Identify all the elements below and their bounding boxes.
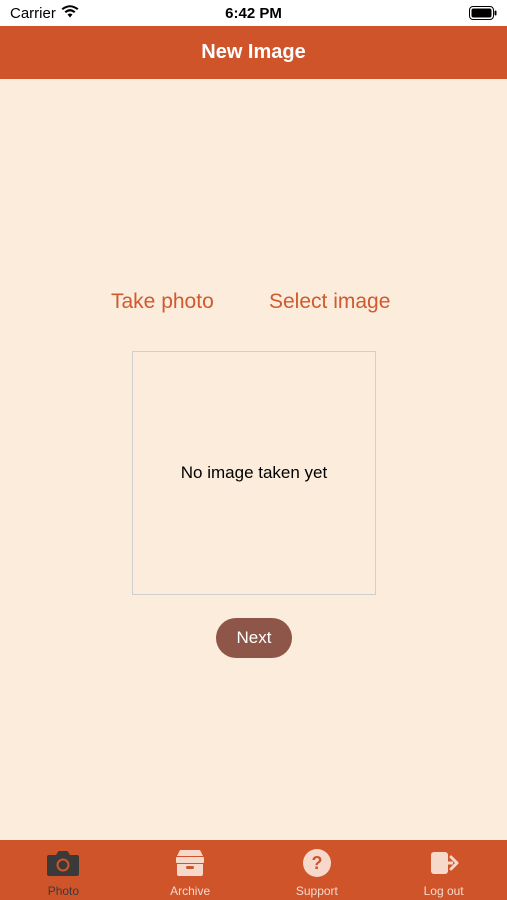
image-preview: No image taken yet: [132, 351, 376, 595]
tab-label: Archive: [170, 884, 211, 898]
select-image-button[interactable]: Select image: [269, 290, 390, 314]
image-source-actions: Take photo Select image: [0, 290, 507, 320]
main-content: Take photo Select image No image taken y…: [0, 79, 507, 840]
question-icon: ?: [300, 848, 334, 878]
camera-icon: [46, 848, 80, 878]
tab-photo[interactable]: Photo: [0, 840, 127, 900]
svg-text:?: ?: [311, 853, 322, 873]
status-bar: Carrier 6:42 PM: [0, 0, 507, 26]
page-title: New Image: [201, 41, 306, 63]
tab-logout[interactable]: Log out: [380, 840, 507, 900]
status-time: 6:42 PM: [225, 5, 282, 22]
tab-label: Support: [295, 884, 338, 898]
take-photo-button[interactable]: Take photo: [111, 290, 214, 314]
tab-label: Photo: [47, 884, 80, 898]
next-button[interactable]: Next: [216, 618, 292, 658]
tab-label: Log out: [423, 884, 464, 898]
archive-icon: [173, 848, 207, 878]
battery-icon: [469, 6, 497, 24]
tab-support[interactable]: ? Support: [254, 840, 381, 900]
logout-icon: [427, 848, 461, 878]
image-placeholder-text: No image taken yet: [180, 463, 328, 482]
tab-archive[interactable]: Archive: [127, 840, 254, 900]
tab-bar: Photo Archive ? Support Log out: [0, 840, 507, 900]
nav-bar: New Image: [0, 26, 507, 79]
